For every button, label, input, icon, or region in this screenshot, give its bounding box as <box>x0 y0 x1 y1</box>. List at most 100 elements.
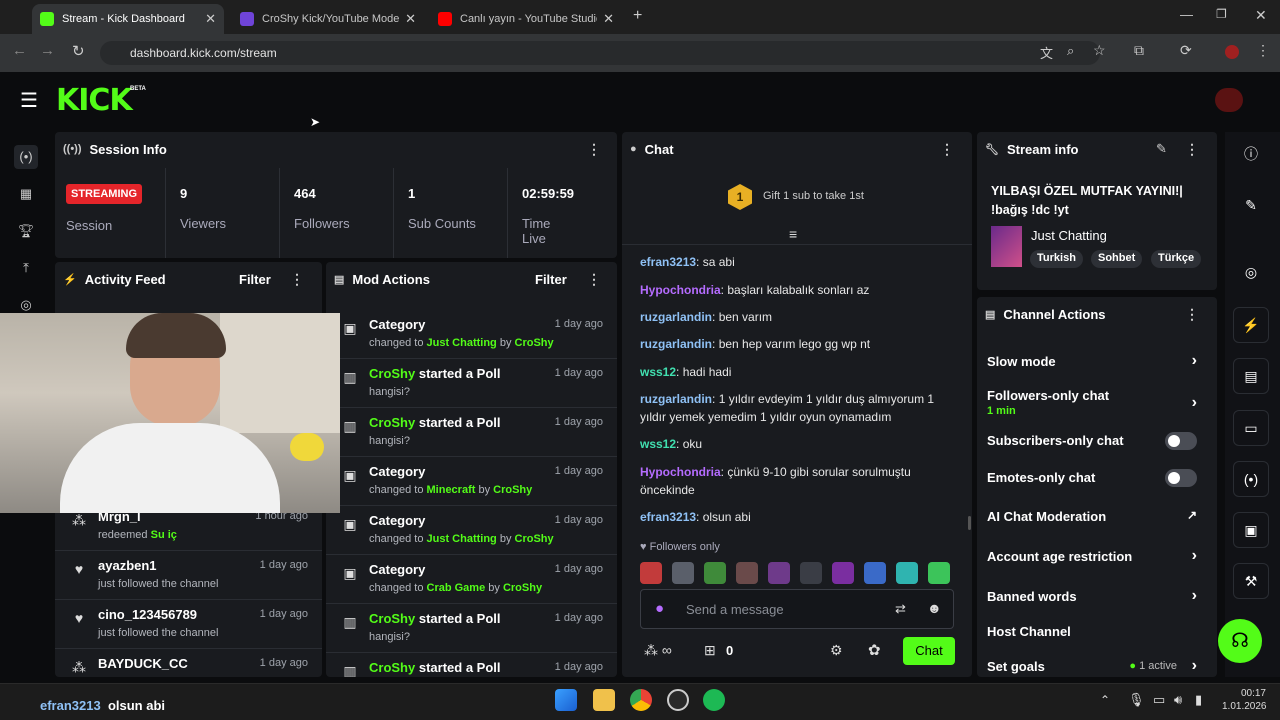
activity-user[interactable]: cino_123456789 <box>98 607 197 622</box>
emote-icon[interactable] <box>640 562 662 584</box>
set-goals-row[interactable]: Set goals ● 1 active › <box>987 657 1207 674</box>
activity-user[interactable]: BAYDUCK_CC <box>98 656 188 671</box>
forward-icon[interactable]: → <box>40 42 55 59</box>
slow-mode-row[interactable]: Slow mode › <box>987 352 1207 369</box>
emote-icon[interactable] <box>864 562 886 584</box>
emote-icon[interactable] <box>736 562 758 584</box>
windows-start-icon[interactable] <box>555 689 577 711</box>
user-link[interactable]: CroShy <box>369 366 415 381</box>
url-field[interactable]: dashboard.kick.com/stream <box>100 41 1100 65</box>
chat-username[interactable]: efran3213 <box>640 255 696 269</box>
file-explorer-icon[interactable] <box>593 689 615 711</box>
volume-icon[interactable]: 🔊︎ <box>1174 692 1182 708</box>
kick-logo[interactable]: KICK <box>56 83 133 118</box>
category-link[interactable]: Crab Game <box>427 582 486 594</box>
user-link[interactable]: CroShy <box>515 337 554 349</box>
category-link[interactable]: Just Chatting <box>427 533 497 545</box>
activity-filter-button[interactable]: Filter <box>239 272 271 287</box>
chat-bubble-icon[interactable]: ▭ <box>1233 410 1269 446</box>
chat-username[interactable]: Hypochondria <box>640 465 721 479</box>
bot-icon[interactable]: ✿ <box>868 641 881 659</box>
emote-icon[interactable] <box>896 562 918 584</box>
more-options-icon[interactable]: ⋮ <box>1185 141 1199 158</box>
chat-username[interactable]: ruzgarlandin <box>640 392 712 406</box>
system-clock[interactable]: 00:17 1.01.2026 <box>1222 687 1267 713</box>
close-window-icon[interactable]: ✕ <box>1255 7 1267 24</box>
live-broadcast-icon[interactable]: (•) <box>14 145 38 169</box>
spotify-icon[interactable] <box>703 689 725 711</box>
battery-icon[interactable]: ▮ <box>1195 692 1202 708</box>
video-icon[interactable]: ▣ <box>1233 512 1269 548</box>
category-name[interactable]: Just Chatting <box>1031 228 1107 243</box>
user-link[interactable]: CroShy <box>503 582 542 594</box>
translate-icon[interactable]: ⇄ <box>895 601 906 617</box>
mod-filter-button[interactable]: Filter <box>535 272 567 287</box>
banned-words-row[interactable]: Banned words › <box>987 587 1207 604</box>
more-options-icon[interactable]: ⋮ <box>940 141 954 158</box>
close-tab-icon[interactable]: ✕ <box>405 11 416 27</box>
category-thumbnail[interactable] <box>991 226 1022 267</box>
gift-sub-text[interactable]: Gift 1 sub to take 1st <box>763 190 864 202</box>
camera-icon[interactable]: ◎ <box>1233 255 1269 291</box>
user-link[interactable]: CroShy <box>515 533 554 545</box>
emotes-only-toggle[interactable] <box>1165 469 1197 487</box>
document-icon[interactable]: ▤ <box>1233 358 1269 394</box>
emote-icon[interactable] <box>704 562 726 584</box>
emote-icon[interactable] <box>928 562 950 584</box>
analytics-icon[interactable]: ▦ <box>14 182 38 206</box>
close-tab-icon[interactable]: ✕ <box>603 11 614 27</box>
ai-moderation-row[interactable]: AI Chat Moderation ↗ <box>987 508 1207 524</box>
zoom-icon[interactable]: ⌕ <box>1067 43 1074 59</box>
reload-icon[interactable]: ↻ <box>72 42 85 60</box>
emote-icon[interactable] <box>672 562 694 584</box>
tab-moderation[interactable]: CroShy Kick/YouTube Moderat ✕ <box>232 4 424 34</box>
edit-pencil-icon[interactable]: ✎ <box>1233 188 1269 224</box>
chat-username[interactable]: wss12 <box>640 365 676 379</box>
emoji-icon[interactable]: ☻ <box>927 600 942 616</box>
points-infinity-icon[interactable]: ⁂ ∞ <box>644 642 672 659</box>
tab-kick-dashboard[interactable]: Stream - Kick Dashboard ✕ <box>32 4 224 34</box>
activity-user[interactable]: ayazben1 <box>98 558 157 573</box>
more-options-icon[interactable]: ⋮ <box>1185 306 1199 323</box>
chat-username[interactable]: wss12 <box>640 437 676 451</box>
translate-icon[interactable]: 文 <box>1040 43 1053 62</box>
broadcast-icon[interactable]: (•) <box>1233 461 1269 497</box>
tab-youtube-studio[interactable]: Canlı yayın - YouTube Studio ✕ <box>430 4 622 34</box>
support-headset-icon[interactable]: ☊ <box>1218 619 1262 663</box>
more-options-icon[interactable]: ⋮ <box>290 271 304 288</box>
emote-icon[interactable] <box>800 562 822 584</box>
emote-icon[interactable] <box>832 562 854 584</box>
wrench-icon[interactable]: ⚒ <box>1233 563 1269 599</box>
user-link[interactable]: CroShy <box>369 415 415 430</box>
user-link[interactable]: CroShy <box>369 611 415 626</box>
back-icon[interactable]: ← <box>12 42 27 59</box>
gift-rank-icon[interactable]: 1 <box>728 184 752 210</box>
chat-scrollbar[interactable] <box>968 516 971 530</box>
bookmark-star-icon[interactable]: ☆ <box>1093 42 1106 59</box>
more-options-icon[interactable]: ⋮ <box>587 271 601 288</box>
microphone-icon[interactable]: ● <box>655 600 664 617</box>
chat-filter-icon[interactable]: ≡ <box>789 226 797 242</box>
settings-gear-icon[interactable]: ⚙ <box>830 642 843 659</box>
edit-pencil-icon[interactable]: ✎ <box>1156 141 1167 157</box>
category-link[interactable]: Minecraft <box>427 484 476 496</box>
profile-avatar-icon[interactable] <box>1225 45 1239 59</box>
account-age-row[interactable]: Account age restriction › <box>987 547 1207 564</box>
app-icon[interactable] <box>667 689 689 711</box>
gift-box-icon[interactable]: ⊞ <box>704 642 716 659</box>
more-options-icon[interactable]: ⋮ <box>587 141 601 158</box>
emote-icon[interactable] <box>768 562 790 584</box>
subscribers-only-toggle[interactable] <box>1165 432 1197 450</box>
hamburger-menu-icon[interactable]: ☰ <box>20 88 38 113</box>
chrome-icon[interactable] <box>630 689 652 711</box>
chat-username[interactable]: ruzgarlandin <box>640 310 712 324</box>
lightning-icon[interactable]: ⚡ <box>1233 307 1269 343</box>
host-channel-row[interactable]: Host Channel <box>987 624 1207 639</box>
send-chat-button[interactable]: Chat <box>903 637 955 665</box>
close-tab-icon[interactable]: ✕ <box>205 11 216 27</box>
tray-chevron-icon[interactable]: ⌃ <box>1100 693 1110 707</box>
chat-message-input[interactable]: ● Send a message ⇄ ☻ <box>640 589 954 629</box>
chat-username[interactable]: ruzgarlandin <box>640 337 712 351</box>
network-icon[interactable]: ▭ <box>1153 692 1165 708</box>
chat-username[interactable]: Hypochondria <box>640 283 721 297</box>
